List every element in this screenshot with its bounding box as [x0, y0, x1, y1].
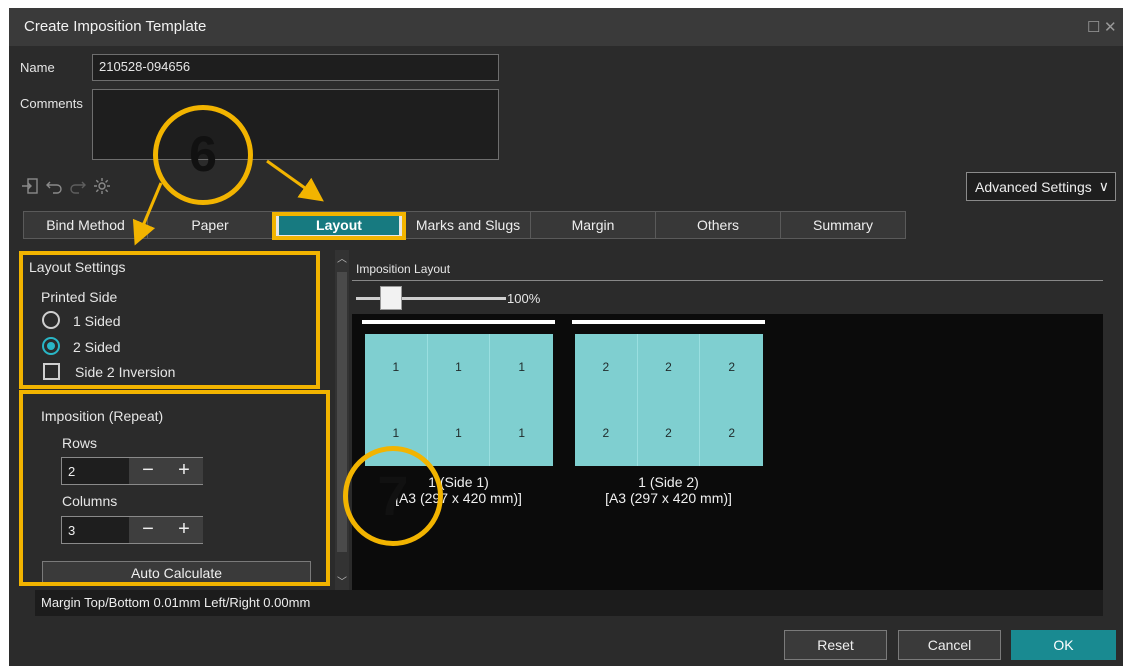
create-imposition-template-dialog: Create Imposition Template ☐ ✕ Name 2105… [9, 8, 1123, 666]
step-6-arrows [132, 159, 324, 246]
